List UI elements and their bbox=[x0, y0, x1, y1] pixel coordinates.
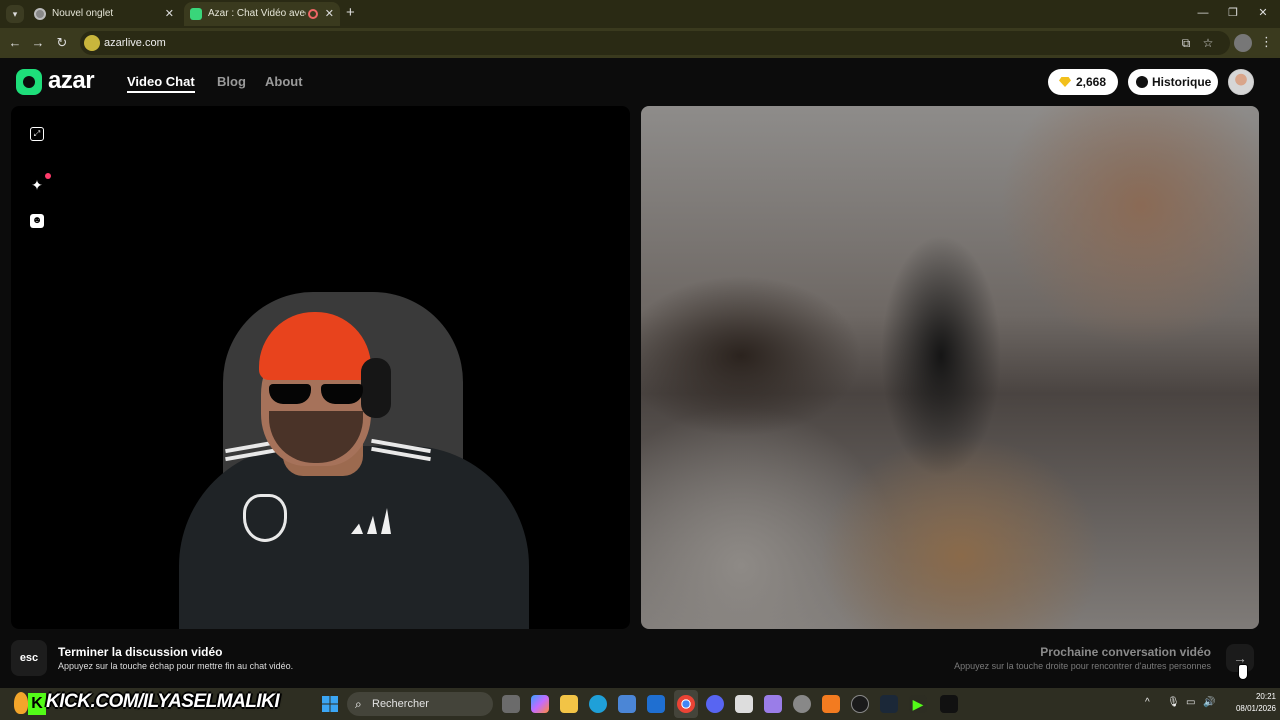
tray-chevron-icon[interactable]: ^ bbox=[1145, 697, 1150, 708]
browser-menu-icon[interactable]: ⋮ bbox=[1260, 34, 1273, 50]
snipping-tool-icon[interactable] bbox=[735, 695, 753, 713]
logo-text: azar bbox=[48, 67, 95, 94]
gem-icon bbox=[1059, 77, 1071, 87]
nav-about[interactable]: About bbox=[265, 74, 303, 89]
reload-icon[interactable]: ↻ bbox=[53, 34, 71, 52]
url-text: azarlive.com bbox=[104, 37, 166, 49]
hand-cursor-icon bbox=[1238, 664, 1248, 680]
forward-icon[interactable]: → bbox=[29, 34, 47, 52]
new-tab-icon[interactable]: + bbox=[346, 4, 355, 21]
self-video-panel: ⤢ ✦ ☻ bbox=[11, 106, 630, 629]
azar-favicon-icon bbox=[190, 8, 202, 20]
flame-icon bbox=[14, 692, 28, 714]
sunglasses bbox=[269, 384, 365, 404]
back-icon[interactable]: ← bbox=[6, 34, 24, 52]
restore-icon[interactable]: ❐ bbox=[1218, 4, 1248, 22]
tab-title: Nouvel onglet bbox=[52, 8, 114, 19]
nav-video-chat[interactable]: Video Chat bbox=[127, 74, 195, 93]
history-clock-icon bbox=[1136, 76, 1148, 88]
sunglasses-right-lens bbox=[321, 384, 363, 404]
edge-icon[interactable] bbox=[589, 695, 607, 713]
panther-logo bbox=[243, 494, 287, 542]
notification-dot bbox=[45, 173, 51, 179]
tab-azar[interactable]: Azar : Chat Vidéo avec de n ✕ bbox=[184, 2, 340, 26]
windows-start-icon[interactable] bbox=[322, 696, 338, 712]
recording-indicator-icon bbox=[308, 9, 318, 19]
person-torso bbox=[179, 446, 529, 629]
remote-video-panel bbox=[641, 106, 1259, 629]
bookmark-star-icon[interactable]: ☆ bbox=[1200, 35, 1216, 51]
game-controller-icon[interactable] bbox=[764, 695, 782, 713]
kick-channel-text: KICK.COM/ILYASELMALIKI bbox=[46, 691, 280, 712]
store-icon[interactable] bbox=[618, 695, 636, 713]
search-placeholder: Rechercher bbox=[372, 698, 429, 710]
close-tab-icon[interactable]: ✕ bbox=[325, 2, 334, 26]
clock-date[interactable]: 08/01/2026 bbox=[1224, 704, 1276, 713]
chrome-icon[interactable] bbox=[677, 695, 695, 713]
profile-avatar-icon[interactable] bbox=[1234, 34, 1252, 52]
copilot-icon[interactable] bbox=[531, 695, 549, 713]
microphone-icon[interactable]: 🎙 bbox=[1167, 697, 1180, 708]
chrome-favicon-icon bbox=[34, 8, 46, 20]
headphones bbox=[361, 358, 391, 418]
network-icon[interactable]: ▭ bbox=[1186, 697, 1195, 708]
install-app-icon[interactable]: ⧉ bbox=[1178, 35, 1194, 51]
tab-search-icon[interactable]: ▾ bbox=[6, 5, 24, 23]
kick-overlay: K KICK.COM/ILYASELMALIKI bbox=[14, 690, 280, 718]
address-bar[interactable]: azarlive.com ⧉ ☆ bbox=[80, 31, 1230, 55]
expand-icon[interactable]: ⤢ bbox=[30, 127, 44, 141]
capcut-icon[interactable] bbox=[940, 695, 958, 713]
discord-icon[interactable] bbox=[706, 695, 724, 713]
browser-tab-bar: ▾ Nouvel onglet ✕ Azar : Chat Vidéo avec… bbox=[0, 0, 1280, 28]
tab-new-tab[interactable]: Nouvel onglet ✕ bbox=[28, 2, 180, 26]
volume-icon[interactable]: 🔊 bbox=[1203, 697, 1215, 708]
file-explorer-icon[interactable] bbox=[560, 695, 578, 713]
gems-balance-button[interactable]: 2,668 bbox=[1048, 69, 1118, 95]
settings-gear-icon[interactable] bbox=[793, 695, 811, 713]
close-tab-icon[interactable]: ✕ bbox=[165, 2, 174, 26]
sunglasses-left-lens bbox=[269, 384, 311, 404]
browser-toolbar: ← → ↻ azarlive.com ⧉ ☆ ⋮ bbox=[0, 28, 1280, 58]
site-info-icon[interactable] bbox=[84, 35, 100, 51]
affinity-icon[interactable] bbox=[822, 695, 840, 713]
user-avatar[interactable] bbox=[1228, 69, 1254, 95]
windows-taskbar: K KICK.COM/ILYASELMALIKI ⌕ Rechercher ▶ … bbox=[0, 688, 1280, 720]
end-chat-description: Appuyez sur la touche échap pour mettre … bbox=[58, 661, 294, 671]
steam-icon[interactable] bbox=[880, 695, 898, 713]
sparkles-effects-icon[interactable]: ✦ bbox=[30, 178, 44, 192]
kick-logo-icon: K bbox=[28, 693, 46, 715]
minimize-icon[interactable]: — bbox=[1188, 4, 1218, 22]
outlook-icon[interactable] bbox=[647, 695, 665, 713]
search-icon: ⌕ bbox=[355, 697, 362, 711]
azar-page: azar Video Chat Blog About 2,668 Histori… bbox=[0, 58, 1280, 688]
task-view-icon[interactable] bbox=[502, 695, 520, 713]
history-button[interactable]: Historique bbox=[1128, 69, 1218, 95]
nav-blog[interactable]: Blog bbox=[217, 74, 246, 89]
azar-logo-icon bbox=[16, 69, 42, 95]
tab-title: Azar : Chat Vidéo avec de n bbox=[208, 8, 306, 19]
obs-icon[interactable] bbox=[851, 695, 869, 713]
esc-key-button[interactable]: esc bbox=[11, 640, 47, 676]
taskbar-search[interactable]: ⌕ Rechercher bbox=[347, 692, 493, 716]
next-chat-title: Prochaine conversation vidéo bbox=[1040, 645, 1211, 659]
close-window-icon[interactable]: ✕ bbox=[1248, 4, 1278, 22]
gems-count: 2,668 bbox=[1076, 75, 1107, 89]
end-chat-title: Terminer la discussion vidéo bbox=[58, 645, 223, 659]
kick-play-icon[interactable]: ▶ bbox=[909, 695, 927, 713]
face-mask-icon[interactable]: ☻ bbox=[30, 214, 44, 228]
next-chat-description: Appuyez sur la touche droite pour rencon… bbox=[954, 661, 1211, 671]
history-label: Historique bbox=[1152, 75, 1212, 89]
clock-time[interactable]: 20:21 bbox=[1236, 692, 1276, 701]
